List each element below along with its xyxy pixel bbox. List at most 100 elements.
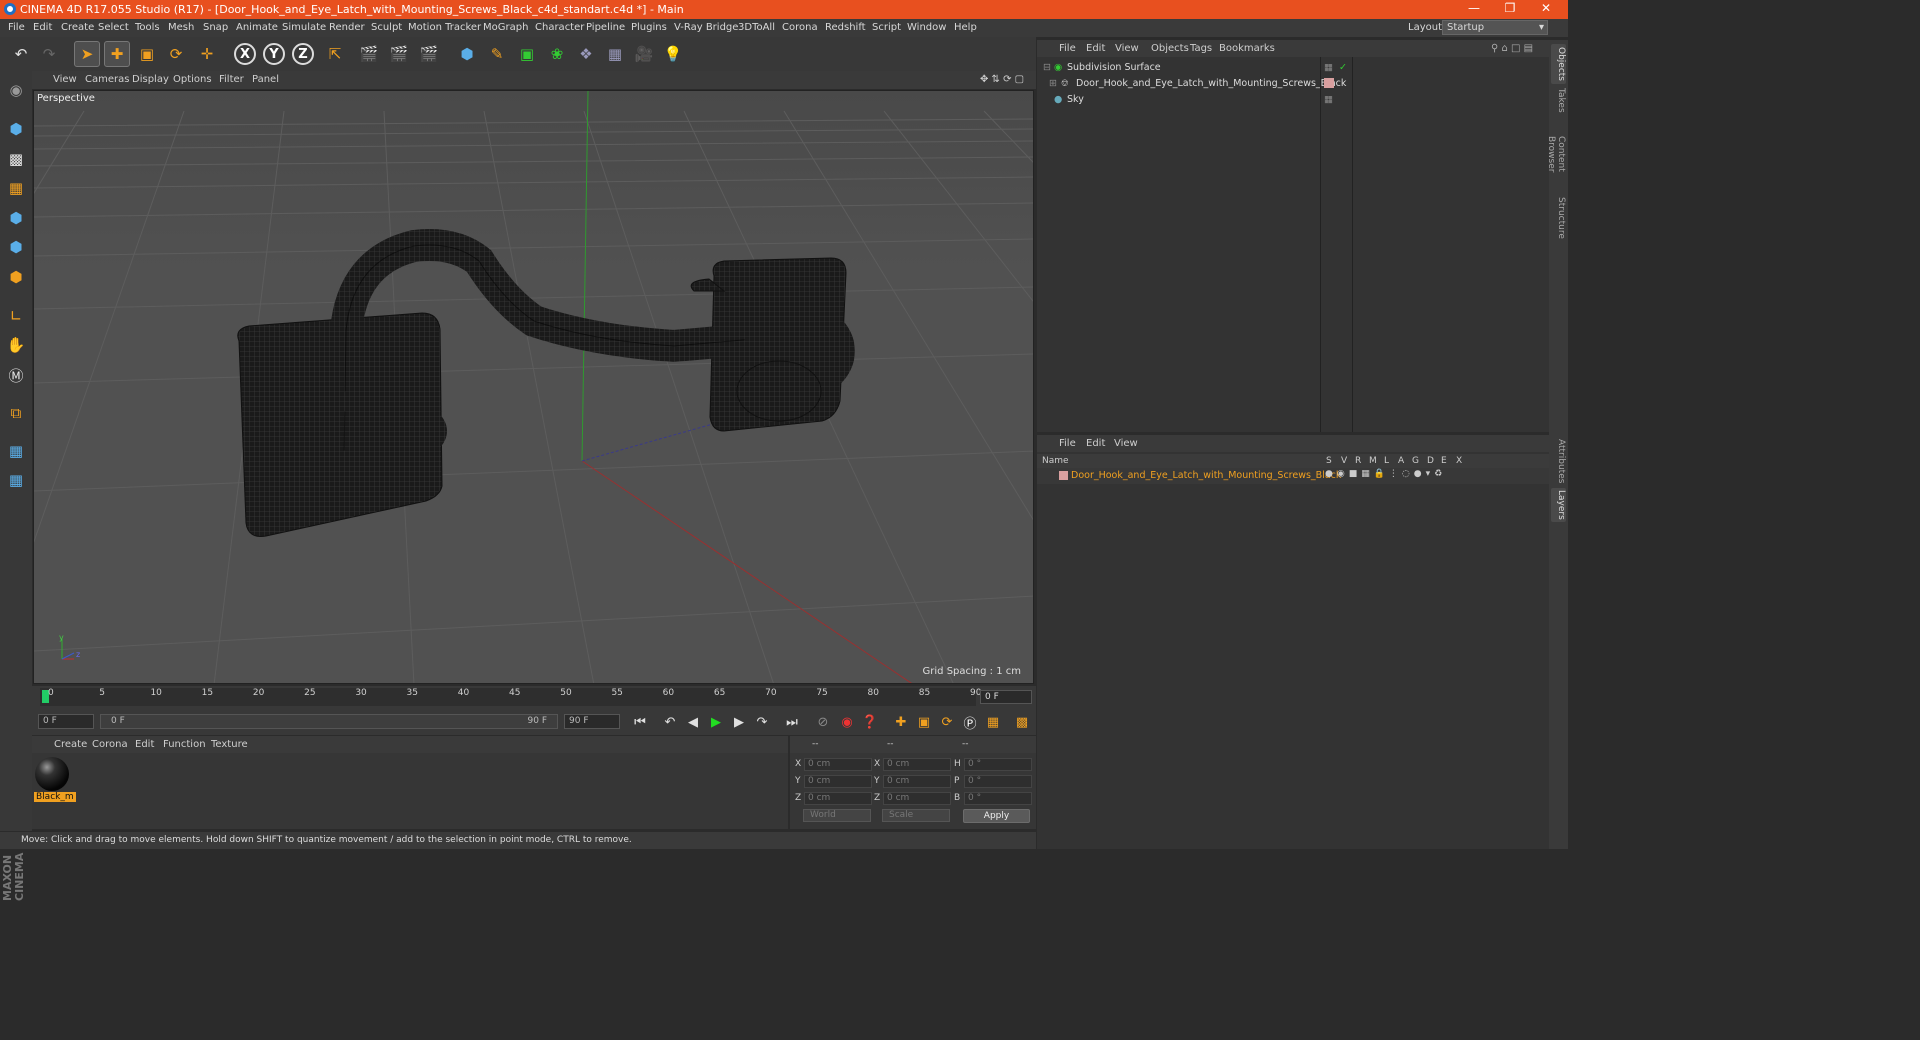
menu-file[interactable]: File — [8, 22, 25, 33]
om-menu-bookmarks[interactable]: Bookmarks — [1219, 43, 1275, 54]
menu-motion-tracker[interactable]: Motion Tracker — [408, 22, 481, 33]
layer-name[interactable]: Door_Hook_and_Eye_Latch_with_Mounting_Sc… — [1071, 470, 1341, 481]
viewport-menu-cameras[interactable]: Cameras — [85, 74, 129, 85]
floor-scene-icon[interactable]: ▦ — [602, 41, 628, 67]
perspective-viewport[interactable]: y z Perspective Grid Spacing : 1 cm — [33, 90, 1034, 684]
menu-render[interactable]: Render — [329, 22, 365, 33]
col-v[interactable]: V — [1341, 456, 1347, 466]
start-frame-field[interactable]: 0 F — [38, 714, 94, 729]
size-mode-select[interactable]: Scale — [882, 809, 950, 822]
tweak-mode-icon[interactable]: ✋ — [3, 332, 29, 358]
camera-icon[interactable]: 🎥 — [631, 41, 657, 67]
render-settings-icon[interactable]: 🎬 — [416, 41, 442, 67]
go-to-end-icon[interactable]: ⏭ — [782, 712, 802, 732]
workplane-lock-icon[interactable]: ▦ — [3, 438, 29, 464]
om-menu-tags[interactable]: Tags — [1190, 43, 1212, 54]
axis-mode-icon[interactable]: ∟ — [3, 303, 29, 329]
layer-row[interactable]: Door_Hook_and_Eye_Latch_with_Mounting_Sc… — [1037, 468, 1549, 484]
menu-plugins[interactable]: Plugins — [631, 22, 667, 33]
x-axis-icon[interactable]: X — [234, 43, 256, 65]
polygons-mode-icon[interactable]: ⬢ — [3, 264, 29, 290]
menu-vray-bridge[interactable]: V-Ray Bridge — [674, 22, 738, 33]
autokeying-icon[interactable]: ◉ — [837, 712, 857, 732]
key-position-icon[interactable]: ✚ — [891, 712, 911, 732]
restore-icon[interactable]: ❐ — [1492, 1, 1528, 18]
menu-tools[interactable]: Tools — [135, 22, 160, 33]
tab-objects[interactable]: Objects — [1551, 44, 1566, 84]
menu-pipeline[interactable]: Pipeline — [586, 22, 625, 33]
col-s[interactable]: S — [1326, 456, 1332, 466]
material-menu-edit[interactable]: Edit — [135, 739, 154, 750]
menu-character[interactable]: Character — [535, 22, 584, 33]
timeline-ruler[interactable]: 0 5 10 15 20 25 30 35 40 45 50 55 60 65 70 75 80 85 90 — [40, 688, 981, 706]
cube-object-icon[interactable]: ⬢ — [454, 41, 480, 67]
menu-create[interactable]: Create — [61, 22, 94, 33]
go-to-start-icon[interactable]: ⏮ — [630, 712, 650, 732]
viewport-menu-view[interactable]: View — [53, 74, 77, 85]
render-picture-viewer-icon[interactable]: 🎬 — [386, 41, 412, 67]
move-tool-icon[interactable]: ✚ — [104, 41, 130, 67]
menu-3dtoall[interactable]: 3DToAll — [738, 22, 775, 33]
rotation-p-field[interactable]: 0 ° — [964, 775, 1032, 788]
key-scale-icon[interactable]: ▣ — [914, 712, 934, 732]
om-search-icon[interactable]: ⚲ ⌂ □ ▤ — [1491, 43, 1533, 54]
redo-icon[interactable]: ↷ — [36, 41, 62, 67]
cloner-icon[interactable]: ❀ — [544, 41, 570, 67]
record-keys-icon[interactable]: ⊘ — [813, 712, 833, 732]
size-x-field[interactable]: 0 cm — [883, 758, 951, 771]
col-d[interactable]: D — [1427, 456, 1434, 466]
rotate-tool-icon[interactable]: ⟳ — [163, 41, 189, 67]
om-menu-file[interactable]: File — [1059, 43, 1076, 54]
menu-simulate[interactable]: Simulate — [282, 22, 326, 33]
object-row-door-hook[interactable]: ⊞ ⎊ Door_Hook_and_Eye_Latch_with_Mountin… — [1037, 76, 1549, 92]
previous-keyframe-icon[interactable]: ↶ — [660, 712, 680, 732]
material-menu-corona[interactable]: Corona — [92, 739, 128, 750]
menu-script[interactable]: Script — [872, 22, 901, 33]
previous-frame-icon[interactable]: ◀ — [683, 712, 703, 732]
subdivision-surface-icon[interactable]: ▣ — [514, 41, 540, 67]
menu-snap[interactable]: Snap — [203, 22, 228, 33]
layer-color-swatch[interactable] — [1059, 471, 1068, 480]
om-menu-edit[interactable]: Edit — [1086, 43, 1105, 54]
tab-structure[interactable]: Structure — [1551, 196, 1566, 240]
menu-edit[interactable]: Edit — [33, 22, 52, 33]
col-g[interactable]: G — [1412, 456, 1419, 466]
lm-menu-edit[interactable]: Edit — [1086, 438, 1105, 449]
rotation-b-field[interactable]: 0 ° — [964, 792, 1032, 805]
col-m[interactable]: M — [1369, 456, 1377, 466]
next-keyframe-icon[interactable]: ↷ — [752, 712, 772, 732]
edges-mode-icon[interactable]: ⬢ — [3, 234, 29, 260]
viewport-menu-panel[interactable]: Panel — [252, 74, 279, 85]
tree-expand-icon[interactable]: ⊞ — [1049, 78, 1057, 89]
current-frame-field[interactable]: 0 F — [980, 690, 1032, 704]
col-r[interactable]: R — [1355, 456, 1361, 466]
keyframe-selection-icon[interactable]: ❓ — [860, 712, 880, 732]
visibility-dots-icon[interactable]: ▦ — [1324, 62, 1333, 73]
menu-help[interactable]: Help — [954, 22, 977, 33]
menu-window[interactable]: Window — [907, 22, 946, 33]
play-icon[interactable]: ▶ — [706, 712, 726, 732]
next-frame-icon[interactable]: ▶ — [729, 712, 749, 732]
visibility-dots-icon[interactable]: ▦ — [1324, 94, 1333, 105]
position-y-field[interactable]: 0 cm — [804, 775, 872, 788]
menu-mesh[interactable]: Mesh — [168, 22, 194, 33]
material-menu-texture[interactable]: Texture — [211, 739, 248, 750]
material-menu-function[interactable]: Function — [163, 739, 206, 750]
position-x-field[interactable]: 0 cm — [804, 758, 872, 771]
viewport-menu-options[interactable]: Options — [173, 74, 212, 85]
planar-workplane-icon[interactable]: ▦ — [3, 467, 29, 493]
workplane-icon[interactable]: ▦ — [3, 175, 29, 201]
layer-toggle-icons[interactable]: ●◉■▦🔒⋮◌●▾♻ — [1325, 469, 1446, 479]
texture-mode-icon[interactable]: ▩ — [3, 146, 29, 172]
model-mode-icon[interactable]: ⬢ — [3, 116, 29, 142]
enabled-check-icon[interactable]: ✓ — [1339, 62, 1347, 73]
timeline-window-icon[interactable]: ▩ — [1012, 712, 1032, 732]
tab-takes[interactable]: Takes — [1551, 86, 1566, 114]
col-e[interactable]: E — [1441, 456, 1447, 466]
tab-attributes[interactable]: Attributes — [1551, 436, 1566, 486]
position-z-field[interactable]: 0 cm — [804, 792, 872, 805]
rotation-h-field[interactable]: 0 ° — [964, 758, 1032, 771]
size-y-field[interactable]: 0 cm — [883, 775, 951, 788]
undo-icon[interactable]: ↶ — [8, 41, 34, 67]
object-row-sky[interactable]: ● Sky ▦ — [1037, 92, 1549, 108]
